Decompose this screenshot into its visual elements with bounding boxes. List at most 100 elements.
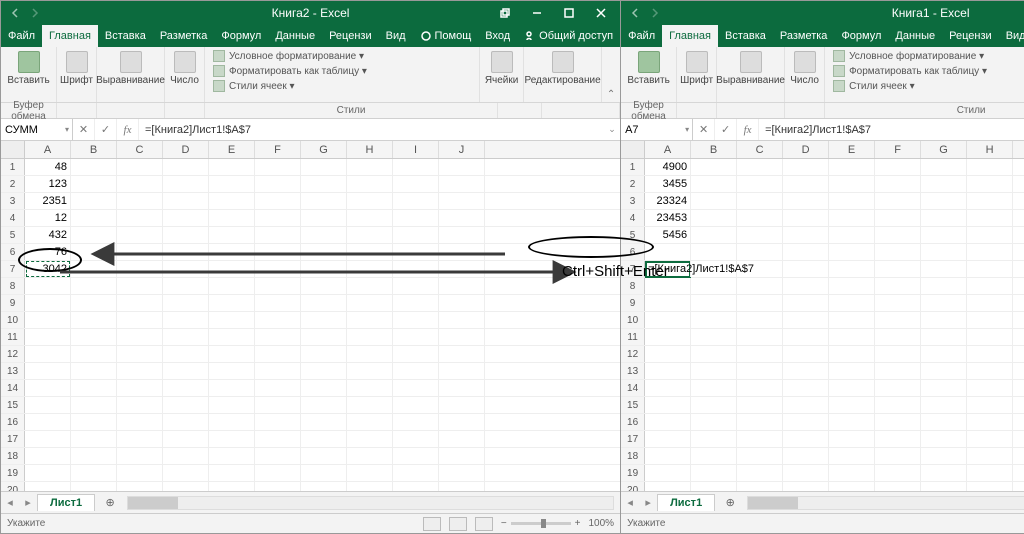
cell[interactable]: [875, 465, 921, 481]
cell[interactable]: [117, 329, 163, 345]
cell[interactable]: [691, 244, 737, 260]
cell[interactable]: [921, 482, 967, 491]
row-header[interactable]: 1: [1, 159, 25, 175]
cell[interactable]: [829, 244, 875, 260]
cell[interactable]: [301, 380, 347, 396]
cell[interactable]: [967, 397, 1013, 413]
cell[interactable]: [829, 176, 875, 192]
cell[interactable]: [301, 278, 347, 294]
col-header[interactable]: I: [1013, 141, 1024, 158]
cell[interactable]: [393, 295, 439, 311]
window-restore-icon[interactable]: [490, 3, 520, 23]
cell[interactable]: [439, 363, 485, 379]
cell[interactable]: [71, 397, 117, 413]
cell[interactable]: [1013, 465, 1024, 481]
cell[interactable]: [117, 431, 163, 447]
col-header[interactable]: D: [163, 141, 209, 158]
zoom-level[interactable]: 100%: [589, 518, 615, 529]
cell[interactable]: [1013, 329, 1024, 345]
cell[interactable]: [691, 193, 737, 209]
cell[interactable]: [691, 329, 737, 345]
cell[interactable]: [439, 448, 485, 464]
row-header[interactable]: 3: [621, 193, 645, 209]
cell[interactable]: [25, 414, 71, 430]
cell[interactable]: [829, 431, 875, 447]
cancel-formula-icon[interactable]: ✕: [73, 119, 95, 140]
cell[interactable]: [301, 363, 347, 379]
cell[interactable]: [255, 414, 301, 430]
paste-button[interactable]: Вставить: [4, 49, 52, 88]
cell[interactable]: [645, 363, 691, 379]
cell[interactable]: [921, 397, 967, 413]
cell[interactable]: [25, 312, 71, 328]
row-header[interactable]: 15: [621, 397, 645, 413]
cell[interactable]: [255, 329, 301, 345]
cell[interactable]: [255, 193, 301, 209]
cell[interactable]: [209, 397, 255, 413]
cell[interactable]: [737, 176, 783, 192]
cell[interactable]: [645, 482, 691, 491]
formula-input[interactable]: =[Книга2]Лист1!$A$7: [759, 119, 1024, 140]
cell[interactable]: [347, 397, 393, 413]
cell[interactable]: [347, 312, 393, 328]
row-header[interactable]: 4: [1, 210, 25, 226]
tab-home[interactable]: Главная: [42, 25, 98, 47]
cell[interactable]: [301, 397, 347, 413]
cell[interactable]: [71, 329, 117, 345]
row-header[interactable]: 12: [621, 346, 645, 362]
collapse-ribbon-icon[interactable]: ⌃: [602, 47, 620, 102]
cell[interactable]: [645, 431, 691, 447]
cell[interactable]: [783, 448, 829, 464]
row-header[interactable]: 3: [1, 193, 25, 209]
cell[interactable]: 12: [25, 210, 71, 226]
cell[interactable]: [71, 193, 117, 209]
qa-back-icon[interactable]: [5, 3, 25, 23]
cell[interactable]: [25, 431, 71, 447]
cell[interactable]: [209, 380, 255, 396]
cell[interactable]: [71, 448, 117, 464]
cell[interactable]: [783, 244, 829, 260]
cell[interactable]: [967, 346, 1013, 362]
cell[interactable]: [255, 346, 301, 362]
cell[interactable]: [1013, 295, 1024, 311]
cell[interactable]: [209, 465, 255, 481]
cell[interactable]: [25, 465, 71, 481]
cell[interactable]: [691, 295, 737, 311]
tab-file[interactable]: Файл: [621, 25, 662, 47]
cell[interactable]: [783, 193, 829, 209]
cell[interactable]: [117, 465, 163, 481]
cell[interactable]: [439, 329, 485, 345]
row-header[interactable]: 9: [621, 295, 645, 311]
cell[interactable]: [875, 244, 921, 260]
cell[interactable]: [393, 210, 439, 226]
cell[interactable]: [875, 295, 921, 311]
conditional-formatting[interactable]: Условное форматирование ▾: [831, 49, 989, 63]
cell[interactable]: [255, 465, 301, 481]
cell[interactable]: [301, 431, 347, 447]
cell[interactable]: [737, 431, 783, 447]
cell[interactable]: [783, 465, 829, 481]
cell[interactable]: [439, 346, 485, 362]
row-header[interactable]: 13: [621, 363, 645, 379]
cell[interactable]: [209, 295, 255, 311]
cell[interactable]: [301, 295, 347, 311]
sheet-nav-prev-icon[interactable]: ◂: [1, 496, 19, 509]
cell[interactable]: [737, 193, 783, 209]
col-header[interactable]: G: [921, 141, 967, 158]
cell[interactable]: [737, 380, 783, 396]
paste-button[interactable]: Вставить: [624, 49, 672, 88]
cell[interactable]: [967, 244, 1013, 260]
conditional-formatting[interactable]: Условное форматирование ▾: [211, 49, 369, 63]
cell[interactable]: [1013, 312, 1024, 328]
enter-formula-icon[interactable]: ✓: [715, 119, 737, 140]
editing-button[interactable]: Редактирование: [521, 49, 603, 88]
cell[interactable]: [967, 414, 1013, 430]
number-button[interactable]: Число: [167, 49, 202, 88]
cell[interactable]: [347, 448, 393, 464]
cell[interactable]: [163, 431, 209, 447]
row-header[interactable]: 15: [1, 397, 25, 413]
cell[interactable]: [347, 380, 393, 396]
cell[interactable]: [163, 329, 209, 345]
name-box[interactable]: A7▾: [621, 119, 693, 140]
col-header[interactable]: C: [117, 141, 163, 158]
